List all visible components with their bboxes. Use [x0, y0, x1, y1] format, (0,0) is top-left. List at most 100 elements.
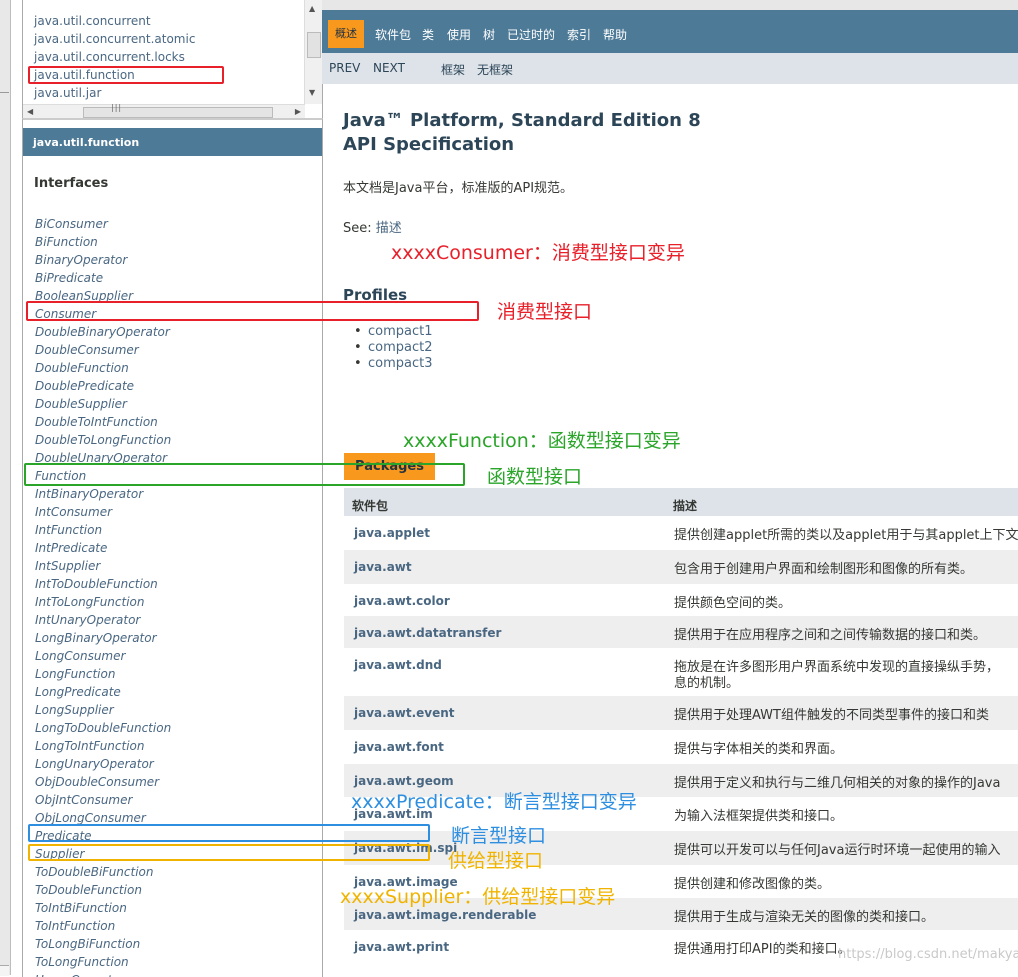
package-name-link[interactable]: java.awt.datatransfer	[354, 626, 501, 640]
see-line: See: 描述	[343, 217, 402, 236]
interface-link[interactable]: DoubleFunction	[35, 361, 129, 375]
annotation-box-supplier	[28, 844, 430, 861]
scroll-left-icon[interactable]: ◀	[27, 107, 33, 116]
package-description: 提供创建applet所需的类以及applet用于与其applet上下文	[674, 528, 1018, 543]
annotation-box-function-package	[28, 66, 224, 84]
package-description: 为输入法框架提供类和接口。	[674, 809, 844, 824]
window-left-gutter	[0, 0, 11, 976]
nav-overview-tab[interactable]: 概述	[328, 20, 364, 48]
nav-tree[interactable]: 树	[483, 26, 495, 43]
page-description: 本文档是Java平台，标准版的API规范。	[343, 181, 574, 196]
no-frames-link[interactable]: 无框架	[477, 61, 513, 78]
package-link[interactable]: java.util.jar	[34, 86, 101, 100]
vertical-scrollbar[interactable]: ▲ ▼	[304, 0, 322, 104]
annotation-predicate-variant: xxxxPredicate：断言型接口变异	[351, 791, 637, 813]
profile-link[interactable]: compact1	[354, 324, 432, 339]
interface-link[interactable]: LongSupplier	[35, 703, 114, 717]
interface-link[interactable]: ToLongBiFunction	[35, 937, 140, 951]
interface-link[interactable]: BiFunction	[35, 235, 98, 249]
package-name-link[interactable]: java.awt.font	[354, 740, 444, 754]
package-description: 提供可以开发可以与任何Java运行时环境一起使用的输入	[674, 843, 1001, 858]
annotation-consumer: 消费型接口	[497, 301, 593, 323]
interface-link[interactable]: LongFunction	[35, 667, 115, 681]
interface-link[interactable]: IntConsumer	[35, 505, 112, 519]
nav-class[interactable]: 类	[422, 26, 434, 43]
interface-link[interactable]: ToDoubleBiFunction	[35, 865, 154, 879]
interface-link[interactable]: ToIntFunction	[35, 919, 115, 933]
watermark: https://blog.csdn.net/makyan	[838, 947, 1018, 962]
package-name-link[interactable]: java.applet	[354, 526, 430, 540]
interface-link[interactable]: DoubleToLongFunction	[35, 433, 171, 447]
package-name-link[interactable]: java.awt	[354, 560, 412, 574]
profile-link[interactable]: compact2	[354, 340, 432, 355]
scroll-right-icon[interactable]: ▶	[295, 107, 301, 116]
next-link[interactable]: NEXT	[373, 61, 405, 75]
interface-link[interactable]: BinaryOperator	[35, 253, 127, 267]
scroll-grip-icon: |||	[111, 103, 123, 112]
see-label: See:	[343, 221, 376, 236]
annotation-box-function	[24, 463, 465, 486]
interface-link[interactable]: DoubleBinaryOperator	[35, 325, 170, 339]
package-description: 提供通用打印API的类和接口。	[674, 942, 851, 957]
package-description: 提供用于处理AWT组件触发的不同类型事件的接口和类	[674, 708, 989, 723]
interface-link[interactable]: IntBinaryOperator	[35, 487, 143, 501]
package-name-link[interactable]: java.awt.image.renderable	[354, 908, 536, 922]
interfaces-heading: Interfaces	[34, 176, 109, 191]
interface-link[interactable]: BiConsumer	[35, 217, 108, 231]
interface-link[interactable]: ObjLongConsumer	[35, 811, 146, 825]
interface-link[interactable]: LongBinaryOperator	[35, 631, 157, 645]
interface-link[interactable]: LongToIntFunction	[35, 739, 145, 753]
interface-link[interactable]: ToDoubleFunction	[35, 883, 142, 897]
annotation-function: 函数型接口	[487, 466, 583, 488]
interface-link[interactable]: DoubleSupplier	[35, 397, 127, 411]
annotation-box-predicate	[28, 824, 430, 842]
annotation-predicate: 断言型接口	[451, 825, 547, 847]
interface-link[interactable]: ObjIntConsumer	[35, 793, 132, 807]
nav-package[interactable]: 软件包	[375, 26, 411, 43]
interface-link[interactable]: UnaryOperator	[35, 973, 125, 977]
interface-link[interactable]: ToIntBiFunction	[35, 901, 127, 915]
package-description: 提供颜色空间的类。	[674, 596, 792, 611]
nav-use[interactable]: 使用	[447, 26, 471, 43]
interface-link[interactable]: IntToLongFunction	[35, 595, 145, 609]
interface-link[interactable]: LongPredicate	[35, 685, 121, 699]
nav-help[interactable]: 帮助	[603, 26, 627, 43]
interface-link[interactable]: LongConsumer	[35, 649, 125, 663]
package-description: 提供用于在应用程序之间和之间传输数据的接口和类。	[674, 628, 987, 643]
package-name-link[interactable]: java.awt.dnd	[354, 658, 442, 672]
interface-link[interactable]: DoubleConsumer	[35, 343, 139, 357]
interface-link[interactable]: BiPredicate	[35, 271, 103, 285]
scroll-up-icon[interactable]: ▲	[309, 4, 315, 13]
annotation-supplier: 供给型接口	[448, 850, 544, 872]
scroll-thumb[interactable]	[307, 32, 321, 58]
horizontal-scrollbar[interactable]: ◀ ||| ▶	[23, 103, 305, 118]
interface-link[interactable]: IntToDoubleFunction	[35, 577, 158, 591]
package-link[interactable]: java.util.concurrent.locks	[34, 50, 185, 64]
interface-link[interactable]: DoubleToIntFunction	[35, 415, 158, 429]
interface-link[interactable]: LongUnaryOperator	[35, 757, 154, 771]
interface-link[interactable]: IntSupplier	[35, 559, 100, 573]
interface-link[interactable]: IntFunction	[35, 523, 102, 537]
interface-link[interactable]: ObjDoubleConsumer	[35, 775, 159, 789]
package-name-link[interactable]: java.awt.print	[354, 940, 449, 954]
nav-deprecated[interactable]: 已过时的	[507, 26, 555, 43]
column-header-description: 描述	[673, 499, 698, 513]
package-name-link[interactable]: java.awt.geom	[354, 774, 454, 788]
see-description-link[interactable]: 描述	[376, 221, 402, 236]
column-header-package: 软件包	[352, 499, 389, 513]
nav-index[interactable]: 索引	[567, 26, 591, 43]
interface-link[interactable]: DoublePredicate	[35, 379, 134, 393]
interface-link[interactable]: IntUnaryOperator	[35, 613, 140, 627]
scroll-down-icon[interactable]: ▼	[309, 88, 315, 97]
profile-link[interactable]: compact3	[354, 356, 432, 371]
package-link[interactable]: java.util.concurrent.atomic	[34, 32, 195, 46]
interface-link[interactable]: IntPredicate	[35, 541, 107, 555]
package-name-link[interactable]: java.awt.color	[354, 594, 450, 608]
package-link[interactable]: java.util.concurrent	[34, 14, 151, 28]
package-name-link[interactable]: java.awt.event	[354, 706, 455, 720]
interface-link[interactable]: LongToDoubleFunction	[35, 721, 171, 735]
package-name-header: java.util.function	[23, 128, 322, 156]
frames-link[interactable]: 框架	[441, 61, 465, 78]
interface-link[interactable]: ToLongFunction	[35, 955, 129, 969]
prev-link[interactable]: PREV	[329, 61, 360, 75]
